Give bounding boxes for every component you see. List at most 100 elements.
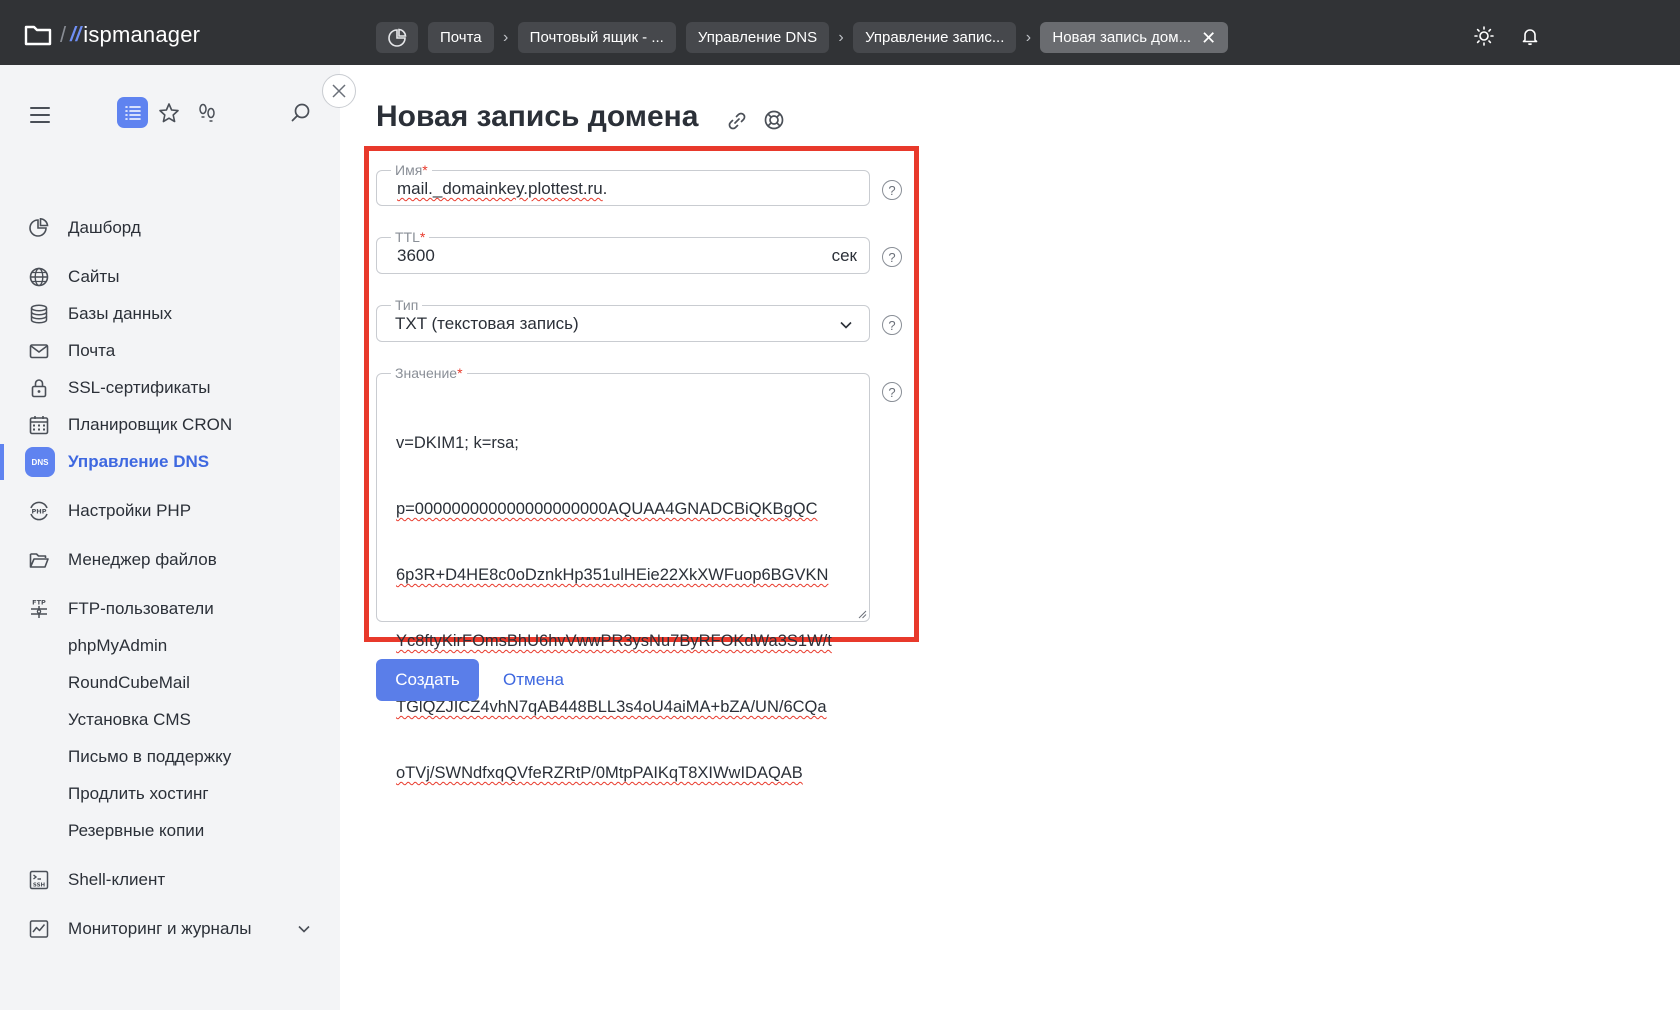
top-actions xyxy=(1474,26,1540,46)
sidebar-toolbar xyxy=(0,97,340,137)
breadcrumb: Почта › Почтовый ящик - ... Управление D… xyxy=(376,22,1229,53)
sidebar-item-ssl[interactable]: SSL-сертификаты xyxy=(0,370,340,406)
sidebar-item-label: Письмо в поддержку xyxy=(68,747,232,766)
top-bar: / // ispmanager Почта › Почтовый ящик - … xyxy=(0,0,1680,65)
chevron-down-icon xyxy=(840,321,852,329)
breadcrumb-current-label: Новая запись дом... xyxy=(1052,29,1192,46)
sidebar-item-label: Дашборд xyxy=(68,218,141,237)
breadcrumb-item[interactable]: Управление запис... xyxy=(853,22,1017,53)
calendar-icon xyxy=(29,416,49,435)
menu-icon[interactable] xyxy=(30,107,50,123)
name-field-value: mail._domainkey.plottest.ru. xyxy=(397,179,608,198)
ttl-unit: сек xyxy=(831,246,857,265)
lock-icon xyxy=(31,379,47,398)
sidebar-item-support-letter[interactable]: Письмо в поддержку xyxy=(0,739,340,775)
cancel-button[interactable]: Отмена xyxy=(503,670,564,690)
sidebar-item-label: FTP-пользователи xyxy=(68,599,214,618)
sidebar-item-label: phpMyAdmin xyxy=(68,636,168,655)
help-icon[interactable]: ? xyxy=(882,315,902,335)
sidebar-item-cron[interactable]: Планировщик CRON xyxy=(0,407,340,443)
brand-mark-icon: // xyxy=(70,23,82,46)
dashboard-icon xyxy=(29,217,49,237)
sidebar-item-label: Почта xyxy=(68,341,116,360)
sidebar-item-install-cms[interactable]: Установка CMS xyxy=(0,702,340,738)
ttl-field[interactable]: TTL* 3600 сек xyxy=(376,228,870,274)
bell-icon[interactable] xyxy=(1520,26,1540,46)
globe-icon xyxy=(29,267,49,287)
footsteps-icon[interactable] xyxy=(196,102,218,124)
sidebar-item-php[interactable]: PHP Настройки PHP xyxy=(0,493,340,529)
sidebar-item-label: Менеджер файлов xyxy=(68,550,217,569)
sidebar: Дашборд Сайты Базы данных Почта SSL-серт… xyxy=(0,65,340,1010)
name-field[interactable]: Имя* mail._domainkey.plottest.ru. xyxy=(376,161,870,206)
theme-sun-icon[interactable] xyxy=(1474,26,1494,46)
chevron-right-icon: › xyxy=(1025,28,1032,46)
sidebar-item-backups[interactable]: Резервные копии xyxy=(0,813,340,849)
chevron-right-icon: › xyxy=(502,28,509,46)
dashboard-icon xyxy=(388,28,407,47)
close-panel-button[interactable] xyxy=(322,74,356,108)
help-icon[interactable]: ? xyxy=(882,382,902,402)
sidebar-item-sites[interactable]: Сайты xyxy=(0,259,340,295)
value-line: Yc8ftyKirFOmsBhU6hvVwwPR3ysNu7ByRFOKdWa3… xyxy=(396,632,832,650)
breadcrumb-item[interactable]: Почта xyxy=(428,22,494,53)
sidebar-item-label: Планировщик CRON xyxy=(68,415,233,434)
brand-name: ispmanager xyxy=(83,22,201,47)
mail-icon xyxy=(29,344,49,359)
create-button[interactable]: Создать xyxy=(376,659,479,701)
sidebar-item-dns[interactable]: DNS Управление DNS xyxy=(0,444,340,480)
folder-icon xyxy=(29,553,49,568)
sidebar-item-file-manager[interactable]: Менеджер файлов xyxy=(0,542,340,578)
sidebar-item-shell[interactable]: SSH Shell-клиент xyxy=(0,862,340,898)
page-title: Новая запись домена xyxy=(376,100,699,133)
active-indicator xyxy=(0,444,4,480)
sidebar-item-ftp[interactable]: FTP FTP-пользователи xyxy=(0,591,340,627)
sidebar-item-label: Установка CMS xyxy=(68,710,191,729)
sidebar-item-label: Продлить хостинг xyxy=(68,784,209,803)
sidebar-item-label: Сайты xyxy=(68,267,120,286)
link-icon[interactable] xyxy=(726,110,748,132)
value-textarea-content: v=DKIM1; k=rsa; p=000000000000000000000A… xyxy=(396,388,856,828)
sidebar-item-databases[interactable]: Базы данных xyxy=(0,296,340,332)
sidebar-item-mail[interactable]: Почта xyxy=(0,333,340,369)
sidebar-item-label: Настройки PHP xyxy=(68,501,192,520)
svg-text:FTP: FTP xyxy=(32,599,46,607)
close-icon[interactable]: ✕ xyxy=(1201,29,1216,47)
help-icon[interactable]: ? xyxy=(882,247,902,267)
breadcrumb-item[interactable]: Управление DNS xyxy=(685,22,830,53)
star-icon[interactable] xyxy=(158,102,180,124)
name-field-label: Имя* xyxy=(391,161,432,179)
type-select-label: Тип xyxy=(391,296,423,314)
lifebuoy-help-icon[interactable] xyxy=(763,109,785,131)
sidebar-item-label: Базы данных xyxy=(68,304,173,323)
sidebar-item-monitoring[interactable]: Мониторинг и журналы xyxy=(0,911,340,947)
sidebar-item-phpmyadmin[interactable]: phpMyAdmin xyxy=(0,628,340,664)
sidebar-item-label: Shell-клиент xyxy=(68,870,166,889)
search-icon[interactable] xyxy=(290,102,312,124)
sidebar-item-dashboard[interactable]: Дашборд xyxy=(0,210,340,246)
list-icon xyxy=(124,105,141,120)
breadcrumb-item-current[interactable]: Новая запись дом... ✕ xyxy=(1040,22,1229,53)
breadcrumb-dashboard[interactable] xyxy=(376,22,418,53)
sidebar-item-label: SSL-сертификаты xyxy=(68,378,211,397)
sidebar-item-renew-hosting[interactable]: Продлить хостинг xyxy=(0,776,340,812)
breadcrumb-item[interactable]: Почтовый ящик - ... xyxy=(517,22,676,53)
sidebar-item-roundcube[interactable]: RoundCubeMail xyxy=(0,665,340,701)
database-icon xyxy=(30,304,48,324)
help-icon[interactable]: ? xyxy=(882,180,902,200)
type-select-value: TXT (текстовая запись) xyxy=(395,314,579,333)
tab-menu-list[interactable] xyxy=(117,97,148,128)
chevron-right-icon: › xyxy=(838,28,844,46)
chevron-down-icon[interactable] xyxy=(297,922,311,936)
value-line: v=DKIM1; k=rsa; xyxy=(396,434,519,452)
folder-logo-icon xyxy=(24,25,52,46)
logo-slash: / xyxy=(60,22,67,47)
type-select[interactable]: Тип TXT (текстовая запись) xyxy=(376,296,870,342)
ttl-field-label: TTL* xyxy=(391,228,430,246)
value-line: 6p3R+D4HE8c0oDznkHp351ulHEie22XkXWFuop6B… xyxy=(396,566,829,584)
sidebar-item-label: Мониторинг и журналы xyxy=(68,919,252,938)
value-textarea[interactable]: Значение* v=DKIM1; k=rsa; p=000000000000… xyxy=(376,364,870,782)
logo[interactable]: / // ispmanager xyxy=(24,22,200,48)
resize-grip-icon[interactable] xyxy=(857,609,867,619)
value-line: p=000000000000000000000AQUAA4GNADCBiQKBg… xyxy=(396,500,818,518)
